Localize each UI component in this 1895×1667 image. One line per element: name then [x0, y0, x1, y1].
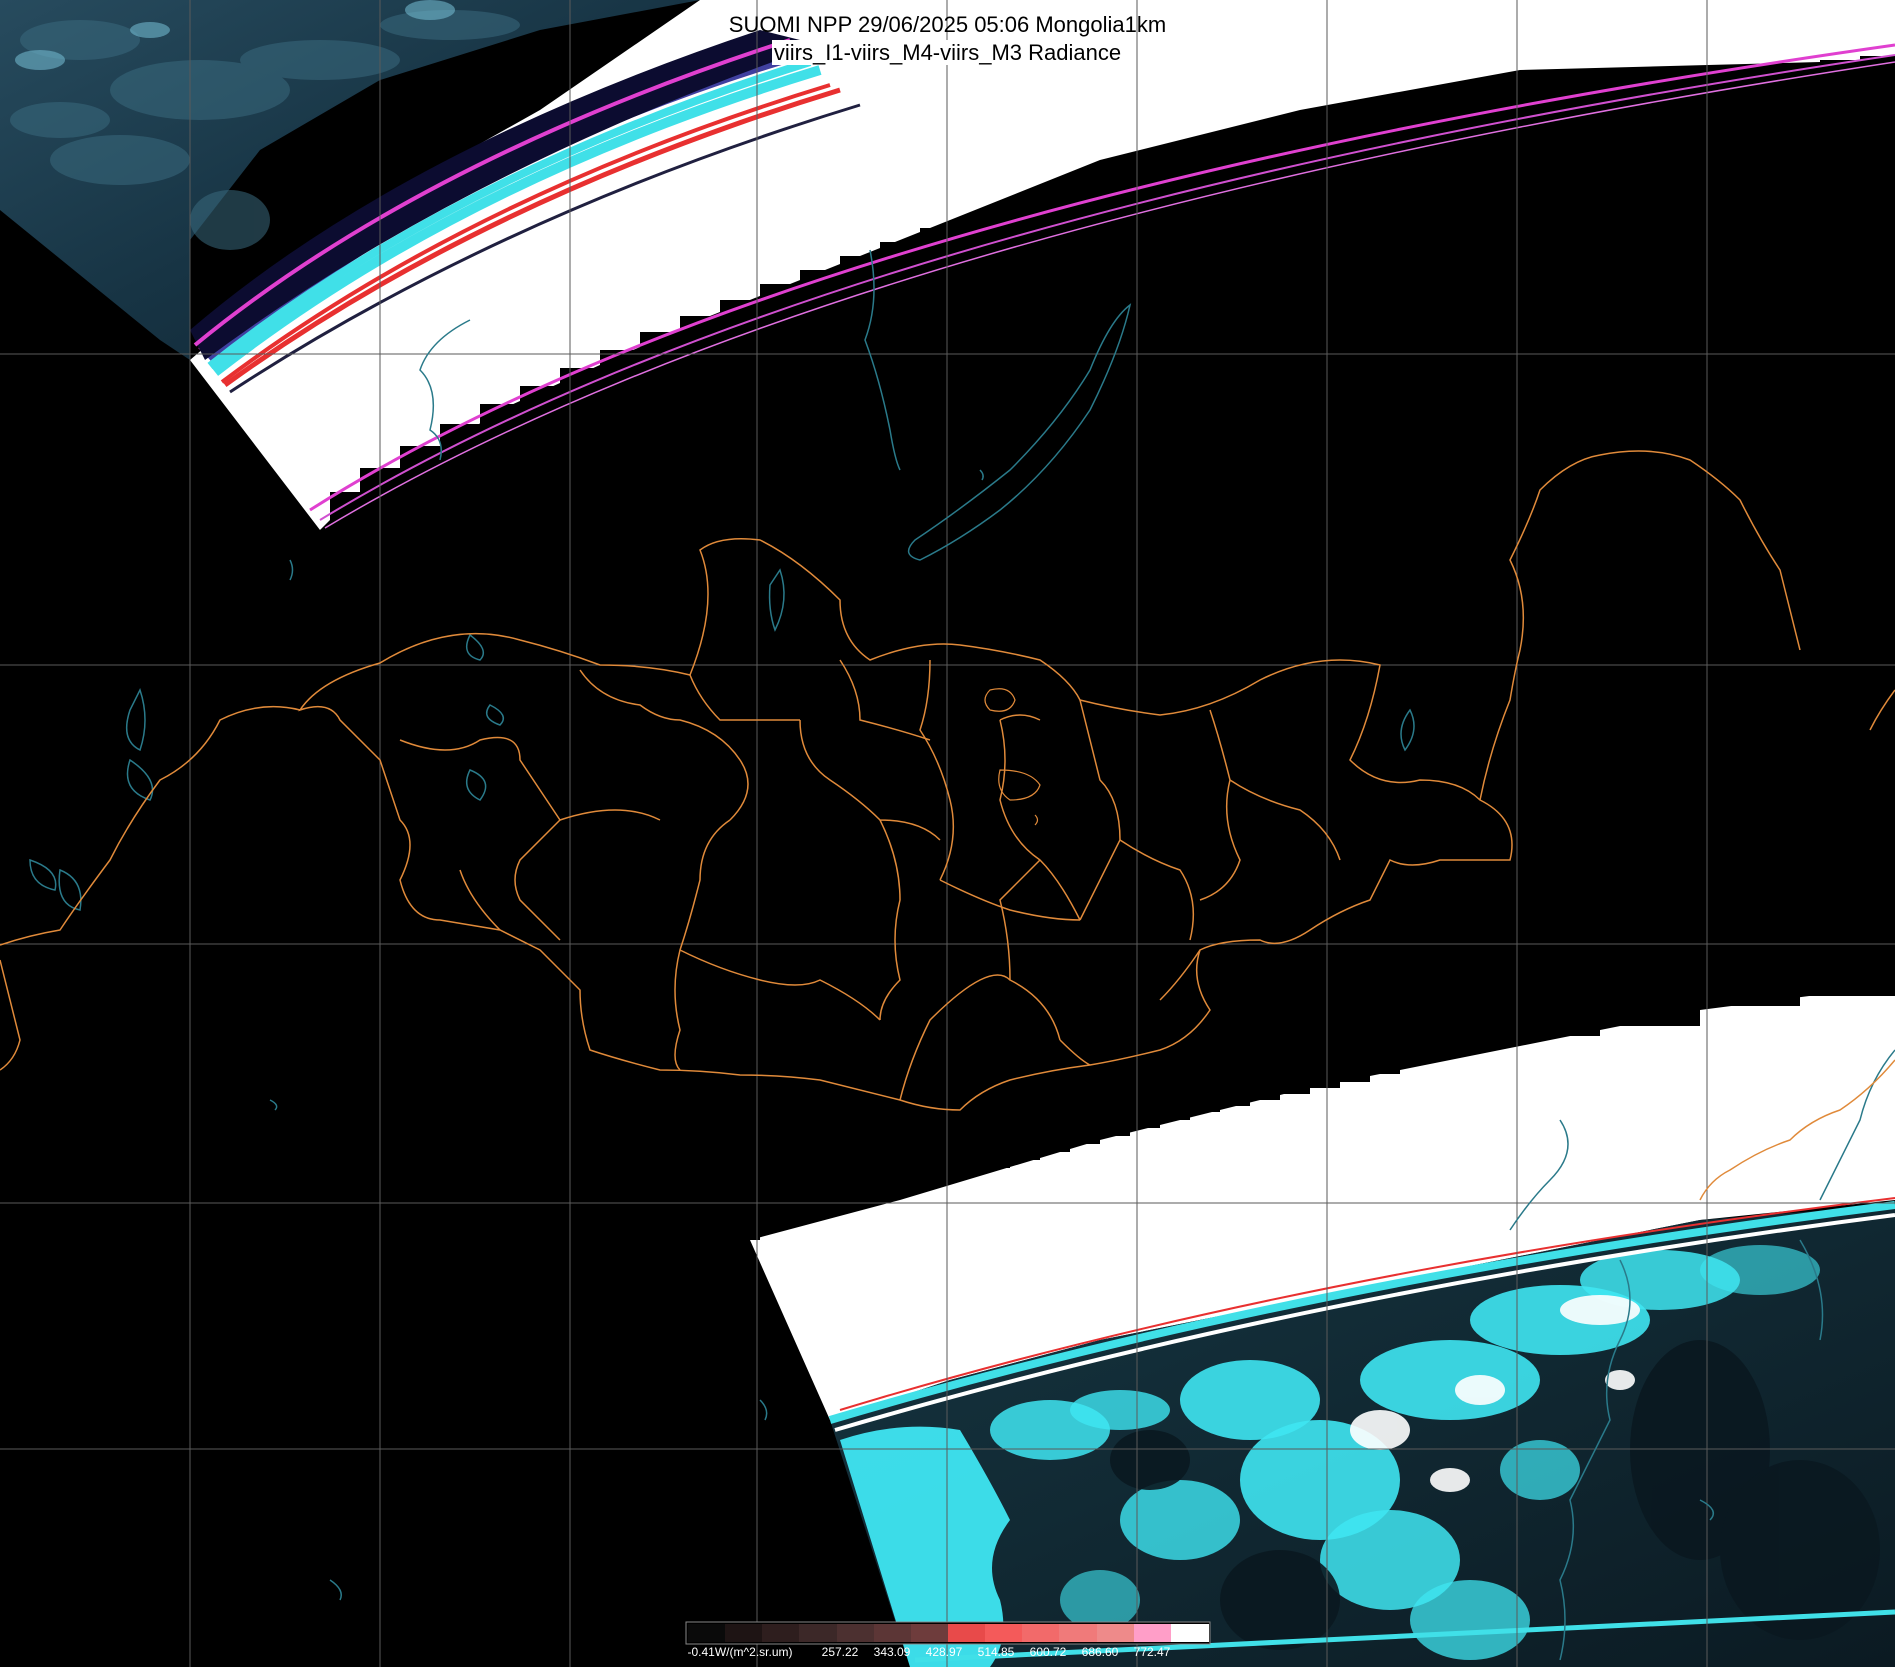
colorbar-label: 257.22: [821, 1645, 859, 1659]
colorbar-segment: [688, 1624, 727, 1642]
colorbar-segment: [985, 1624, 1024, 1642]
colorbar-label: 600.72: [1029, 1645, 1067, 1659]
map-title-line-1: SUOMI NPP 29/06/2025 05:06 Mongolia1km: [728, 12, 1167, 37]
colorbar-labels: -0.41W/(m^2.sr.um) 257.22 343.09 428.97 514.…: [682, 1645, 1222, 1663]
map-title-line-2: viirs_I1-viirs_M4-viirs_M3 Radiance: [771, 40, 1124, 65]
colorbar-segment: [1170, 1624, 1209, 1642]
satellite-radiance-map: [0, 0, 1895, 1667]
colorbar-label: 686.60: [1081, 1645, 1119, 1659]
colorbar-segment: [1133, 1624, 1172, 1642]
map-subtitle: viirs_I1-viirs_M4-viirs_M3 Radiance: [0, 40, 1895, 66]
colorbar-segment: [910, 1624, 949, 1642]
colorbar-label: -0.41W/(m^2.sr.um): [687, 1645, 793, 1659]
colorbar-segment: [1096, 1624, 1135, 1642]
colorbar-segment: [948, 1624, 987, 1642]
colorbar-label: 772.47: [1133, 1645, 1171, 1659]
colorbar-segment: [799, 1624, 838, 1642]
colorbar-label: 428.97: [925, 1645, 963, 1659]
colorbar-label: 514.85: [977, 1645, 1015, 1659]
colorbar-segment: [725, 1624, 764, 1642]
colorbar-segment: [1059, 1624, 1098, 1642]
colorbar-segment: [762, 1624, 801, 1642]
colorbar-segment: [836, 1624, 875, 1642]
colorbar-label: 343.09: [873, 1645, 911, 1659]
map-title: SUOMI NPP 29/06/2025 05:06 Mongolia1km: [0, 12, 1895, 38]
colorbar-segment: [1022, 1624, 1061, 1642]
colorbar-strip: [688, 1624, 1209, 1642]
colorbar-segment: [873, 1624, 912, 1642]
